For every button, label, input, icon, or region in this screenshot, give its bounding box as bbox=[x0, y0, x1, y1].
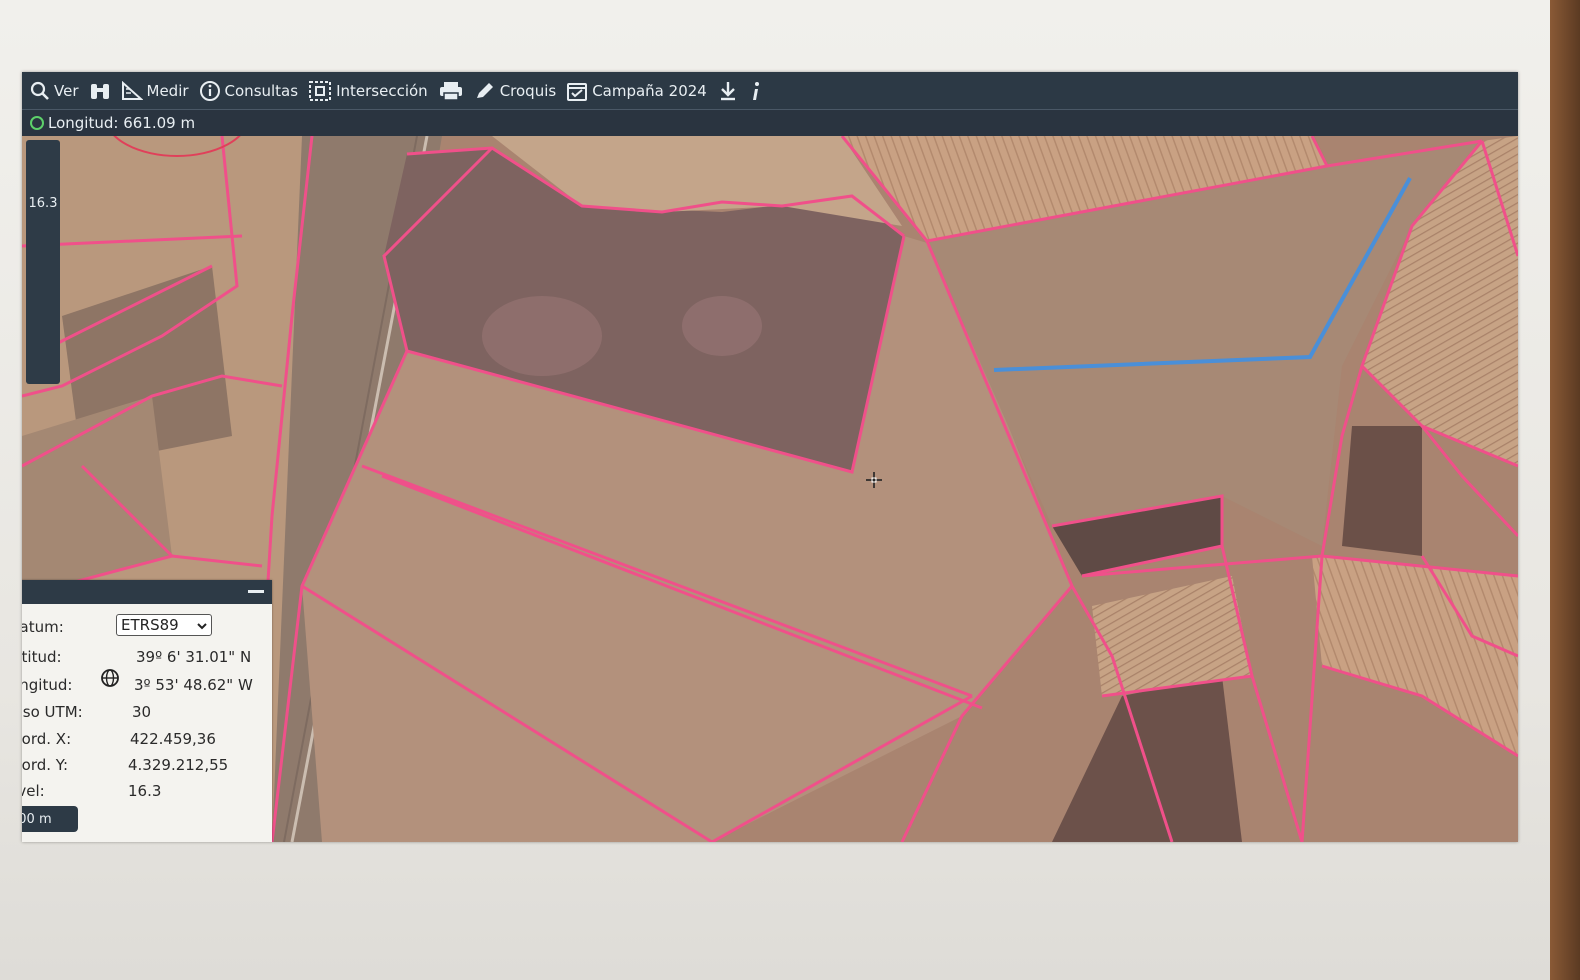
ruler-icon bbox=[121, 80, 143, 101]
info-circle-icon bbox=[199, 80, 221, 102]
campana-label: Campaña 2024 bbox=[592, 81, 707, 100]
measure-length: Longitud: 661.09 m bbox=[48, 114, 196, 132]
ver-label: Ver bbox=[54, 81, 79, 100]
minimize-icon[interactable] bbox=[248, 590, 264, 593]
datum-label: Datum: bbox=[22, 618, 64, 636]
measure-status-bar: Longitud: 661.09 m bbox=[22, 110, 1518, 136]
medir-label: Medir bbox=[146, 81, 189, 100]
sigpac-viewer: Ver Medir Consultas Intersección Croquis… bbox=[22, 72, 1518, 842]
chevron-down-icon bbox=[197, 616, 207, 634]
scale-label: 100 m bbox=[22, 811, 52, 827]
info-icon bbox=[749, 80, 763, 102]
latitude-label: Latitud: bbox=[22, 648, 62, 666]
desk-edge bbox=[1550, 0, 1580, 980]
longitude-label: Longitud: bbox=[22, 676, 73, 694]
datum-select[interactable]: ETRS89 bbox=[116, 614, 212, 636]
calendar-check-icon bbox=[566, 80, 588, 102]
map-viewport[interactable]: 16.3 Datum: ETRS89 Latitud: 39º 6' 31.01"… bbox=[22, 136, 1518, 842]
crosshair-cursor-icon bbox=[864, 470, 884, 494]
croquis-label: Croquis bbox=[499, 81, 557, 100]
campana-button[interactable]: Campaña 2024 bbox=[566, 80, 707, 102]
zoom-slider[interactable]: 16.3 bbox=[26, 140, 60, 384]
coord-y-label: Coord. Y: bbox=[22, 756, 69, 774]
coordinates-panel: Datum: ETRS89 Latitud: 39º 6' 31.01" N Lo… bbox=[22, 580, 272, 842]
zoom-level: 16.3 bbox=[28, 196, 58, 211]
print-button[interactable] bbox=[438, 80, 464, 102]
coord-x-label: Coord. X: bbox=[22, 730, 72, 748]
binoculars-button[interactable] bbox=[89, 81, 111, 101]
toolbar: Ver Medir Consultas Intersección Croquis… bbox=[22, 72, 1518, 110]
consultas-button[interactable]: Consultas bbox=[199, 80, 299, 102]
ver-button[interactable]: Ver bbox=[30, 81, 79, 101]
coord-x-value: 422.459,36 bbox=[130, 730, 216, 748]
coord-y-value: 4.329.212,55 bbox=[128, 756, 229, 774]
interseccion-button[interactable]: Intersección bbox=[308, 80, 428, 102]
coordinates-panel-header bbox=[22, 580, 272, 604]
croquis-button[interactable]: Croquis bbox=[474, 81, 557, 101]
scale-bar: 100 m bbox=[22, 806, 78, 832]
binoculars-icon bbox=[89, 81, 111, 101]
utm-zone-label: Huso UTM: bbox=[22, 703, 83, 721]
info-button[interactable] bbox=[749, 80, 763, 102]
latitude-value: 39º 6' 31.01" N bbox=[136, 648, 252, 666]
search-icon bbox=[30, 81, 50, 101]
level-value: 16.3 bbox=[128, 782, 162, 800]
download-icon bbox=[717, 80, 739, 102]
interseccion-label: Intersección bbox=[336, 81, 428, 100]
level-label: Nivel: bbox=[22, 782, 45, 800]
printer-icon bbox=[438, 80, 464, 102]
datum-value: ETRS89 bbox=[121, 616, 179, 634]
intersection-icon bbox=[308, 80, 332, 102]
medir-button[interactable]: Medir bbox=[121, 80, 189, 101]
globe-icon bbox=[100, 668, 120, 692]
status-dot-icon bbox=[30, 116, 44, 130]
consultas-label: Consultas bbox=[224, 81, 299, 100]
longitude-value: 3º 53' 48.62" W bbox=[134, 676, 253, 694]
utm-zone-value: 30 bbox=[132, 703, 152, 721]
pencil-icon bbox=[474, 81, 496, 101]
download-button[interactable] bbox=[717, 80, 739, 102]
